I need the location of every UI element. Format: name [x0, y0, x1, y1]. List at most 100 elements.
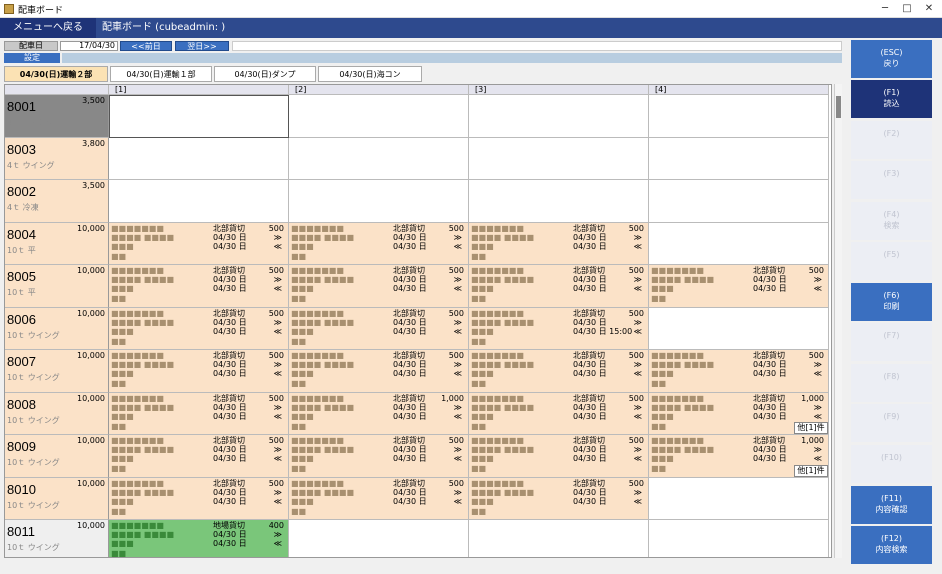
job-cell[interactable]: ■■■■■■■ ■■■■ ■■■■ ■■■ ■■ 北部貨切 500 04/30 日 04/30… — [469, 307, 649, 350]
tab-4[interactable]: 04/30(日)海コン — [318, 66, 422, 82]
job-cell[interactable]: ■■■■■■■ ■■■■ ■■■■ ■■■ ■■ 北部貨切 1,000 04/30 日 04/… — [289, 392, 469, 435]
job-cell[interactable]: ■■■■■■■ ■■■■ ■■■■ ■■■ ■■ 北部貨切 1,000 04/30 日 04/… — [649, 392, 829, 435]
tab-1[interactable]: 04/30(日)運輸２部 — [4, 66, 108, 82]
job-shipper-blurred: ■■■■■■■ — [111, 393, 164, 403]
schedule-cell[interactable] — [469, 137, 649, 180]
job-cell[interactable]: ■■■■■■■ ■■■■ ■■■■ ■■■ ■■ 北部貨切 500 04/30 日 04/30… — [109, 307, 289, 350]
schedule-cell[interactable] — [649, 95, 829, 138]
vehicle-row-header[interactable]: 8007 10,000 10ｔ ウイング — [5, 350, 109, 393]
job-cell[interactable]: ■■■■■■■ ■■■■ ■■■■ ■■■ ■■ 北部貨切 500 04/30 日 04/30… — [469, 350, 649, 393]
job-quantity: 1,000 — [801, 393, 824, 403]
vehicle-capacity: 10,000 — [77, 266, 105, 275]
schedule-cell[interactable] — [469, 180, 649, 223]
job-cell[interactable]: ■■■■■■■ ■■■■ ■■■■ ■■■ ■■ 北部貨切 500 04/30 日 04/30… — [109, 350, 289, 393]
job-dest-blurred: ■■■ — [471, 496, 494, 506]
vehicle-row-header[interactable]: 8003 3,800 4ｔ ウイング — [5, 137, 109, 180]
job-cell[interactable]: ■■■■■■■ ■■■■ ■■■■ ■■■ ■■ 北部貨切 500 04/30 日 04/30… — [289, 307, 469, 350]
schedule-cell[interactable] — [469, 520, 649, 557]
next-day-button[interactable]: 翌日>> — [175, 41, 229, 51]
job-dest-blurred: ■■■ — [471, 369, 494, 378]
job-shipper-blurred: ■■■■■■■ — [111, 223, 164, 233]
vehicle-row-header[interactable]: 8011 10,000 10ｔ ウイング — [5, 520, 109, 557]
vehicle-row-header[interactable]: 8005 10,000 10ｔ 平 — [5, 265, 109, 308]
more-jobs-badge[interactable]: 他[1]件 — [794, 422, 828, 434]
schedule-cell[interactable] — [469, 95, 649, 138]
vehicle-row-header[interactable]: 8010 10,000 10ｔ ウイング — [5, 477, 109, 520]
schedule-cell[interactable] — [649, 180, 829, 223]
vehicle-row-header[interactable]: 8008 10,000 10ｔ ウイング — [5, 392, 109, 435]
schedule-cell[interactable] — [289, 520, 469, 557]
schedule-cell[interactable] — [289, 180, 469, 223]
maximize-button[interactable]: □ — [900, 2, 914, 16]
title-bar: 配車ボード ─ □ ✕ — [0, 0, 942, 18]
function-key-f6[interactable]: (F6) 印刷 — [851, 283, 932, 321]
dispatch-date-field[interactable]: 17/04/30 — [60, 41, 118, 51]
job-cell[interactable]: ■■■■■■■ ■■■■ ■■■■ ■■■ ■■ 北部貨切 500 04/30 日 04/30… — [109, 265, 289, 308]
job-cell[interactable]: ■■■■■■■ ■■■■ ■■■■ ■■■ ■■ 北部貨切 500 04/30 日 04/30… — [289, 435, 469, 478]
vehicle-row-header[interactable]: 8002 3,500 4ｔ 冷凍 — [5, 180, 109, 223]
job-pickup-mark: ≫ — [273, 275, 282, 284]
job-cell[interactable]: ■■■■■■■ ■■■■ ■■■■ ■■■ ■■ 北部貨切 500 04/30 日 04/30… — [109, 392, 289, 435]
tab-2[interactable]: 04/30(日)運輸１部 — [110, 66, 212, 82]
vehicle-capacity: 3,500 — [82, 96, 105, 105]
job-delivery-date: 04/30 日 — [213, 326, 247, 336]
job-pickup-mark: ≫ — [813, 445, 822, 454]
schedule-cell[interactable] — [109, 95, 289, 138]
schedule-cell[interactable] — [289, 137, 469, 180]
job-cell[interactable]: ■■■■■■■ ■■■■ ■■■■ ■■■ ■■ 北部貨切 500 04/30 日 04/30… — [469, 435, 649, 478]
job-pickup-mark: ≫ — [813, 275, 822, 284]
job-quantity: 500 — [268, 308, 284, 318]
function-key-esc[interactable]: (ESC) 戻り — [851, 40, 932, 78]
vehicle-number: 8002 — [7, 184, 36, 199]
job-dest-blurred: ■■■ — [471, 284, 494, 293]
job-cell[interactable]: ■■■■■■■ ■■■■ ■■■■ ■■■ ■■ 北部貨切 500 04/30 日 04/30… — [469, 477, 649, 520]
job-cell[interactable]: ■■■■■■■ ■■■■ ■■■■ ■■■ ■■ 北部貨切 500 04/30 日 04/30… — [289, 477, 469, 520]
job-cell[interactable]: ■■■■■■■ ■■■■ ■■■■ ■■■ ■■ 北部貨切 500 04/30 日 04/30… — [649, 350, 829, 393]
more-jobs-badge[interactable]: 他[1]件 — [794, 464, 828, 477]
function-key-label: 読込 — [883, 99, 900, 108]
job-cell[interactable]: ■■■■■■■ ■■■■ ■■■■ ■■■ ■■ 北部貨切 500 04/30 日 04/30… — [469, 392, 649, 435]
job-shipper-blurred: ■■■■■■■ — [291, 308, 344, 318]
schedule-cell[interactable] — [109, 137, 289, 180]
job-cell[interactable]: ■■■■■■■ ■■■■ ■■■■ ■■■ ■■ 北部貨切 1,000 04/30 日 04/… — [649, 435, 829, 478]
schedule-cell[interactable] — [649, 137, 829, 180]
function-key-f11[interactable]: (F11) 内容確認 — [851, 486, 932, 524]
job-quantity: 500 — [808, 351, 824, 360]
schedule-cell[interactable] — [649, 520, 829, 557]
job-cell[interactable]: ■■■■■■■ ■■■■ ■■■■ ■■■ ■■ 北部貨切 500 04/30 日 04/30… — [469, 265, 649, 308]
schedule-cell[interactable] — [109, 180, 289, 223]
schedule-cell[interactable] — [289, 95, 469, 138]
schedule-cell[interactable] — [649, 222, 829, 265]
job-cell[interactable]: ■■■■■■■ ■■■■ ■■■■ ■■■ ■■ 北部貨切 500 04/30 日 04/30… — [649, 265, 829, 308]
vehicle-row-header[interactable]: 8009 10,000 10ｔ ウイング — [5, 435, 109, 478]
job-cell[interactable]: ■■■■■■■ ■■■■ ■■■■ ■■■ ■■ 北部貨切 500 04/30 日 04/30… — [289, 265, 469, 308]
minimize-button[interactable]: ─ — [878, 2, 892, 16]
job-cell[interactable]: ■■■■■■■ ■■■■ ■■■■ ■■■ ■■ 北部貨切 500 04/30 日 04/30… — [109, 222, 289, 265]
prev-day-button[interactable]: <<前日 — [120, 41, 172, 51]
vehicle-row-header[interactable]: 8006 10,000 10ｔ ウイング — [5, 307, 109, 350]
menu-back-button[interactable]: メニューへ戻る — [0, 18, 96, 38]
job-cell[interactable]: ■■■■■■■ ■■■■ ■■■■ ■■■ ■■ 北部貨切 500 04/30 日 04/30… — [289, 222, 469, 265]
job-delivery-date: 04/30 日 — [393, 326, 427, 336]
job-route-blurred: ■■■■ ■■■■ — [471, 487, 535, 497]
job-cell[interactable]: ■■■■■■■ ■■■■ ■■■■ ■■■ ■■ 地場貨切 400 04/30 日 04/30… — [109, 520, 289, 557]
vertical-scrollbar[interactable] — [834, 84, 842, 558]
function-key-f1[interactable]: (F1) 読込 — [851, 80, 932, 118]
function-key-f12[interactable]: (F12) 内容検索 — [851, 526, 932, 564]
job-quantity: 500 — [448, 308, 464, 318]
job-cell[interactable]: ■■■■■■■ ■■■■ ■■■■ ■■■ ■■ 北部貨切 500 04/30 日 04/30… — [469, 222, 649, 265]
vehicle-row-header[interactable]: 8004 10,000 10ｔ 平 — [5, 222, 109, 265]
close-button[interactable]: ✕ — [922, 2, 936, 16]
vehicle-row-header[interactable]: 8001 3,500 4ｔ ウイング — [5, 95, 109, 138]
job-note-blurred: ■■ — [471, 506, 487, 516]
job-note-blurred: ■■ — [291, 251, 307, 261]
schedule-cell[interactable] — [649, 477, 829, 520]
job-route-blurred: ■■■■ ■■■■ — [111, 530, 175, 539]
tab-3[interactable]: 04/30(日)ダンプ — [214, 66, 316, 82]
scrollbar-thumb[interactable] — [836, 96, 841, 118]
settings-button[interactable]: 設定 — [4, 53, 60, 63]
job-cell[interactable]: ■■■■■■■ ■■■■ ■■■■ ■■■ ■■ 北部貨切 500 04/30 日 04/30… — [109, 477, 289, 520]
schedule-cell[interactable] — [649, 307, 829, 350]
job-cell[interactable]: ■■■■■■■ ■■■■ ■■■■ ■■■ ■■ 北部貨切 500 04/30 日 04/30… — [109, 435, 289, 478]
job-cell[interactable]: ■■■■■■■ ■■■■ ■■■■ ■■■ ■■ 北部貨切 500 04/30 日 04/30… — [289, 350, 469, 393]
